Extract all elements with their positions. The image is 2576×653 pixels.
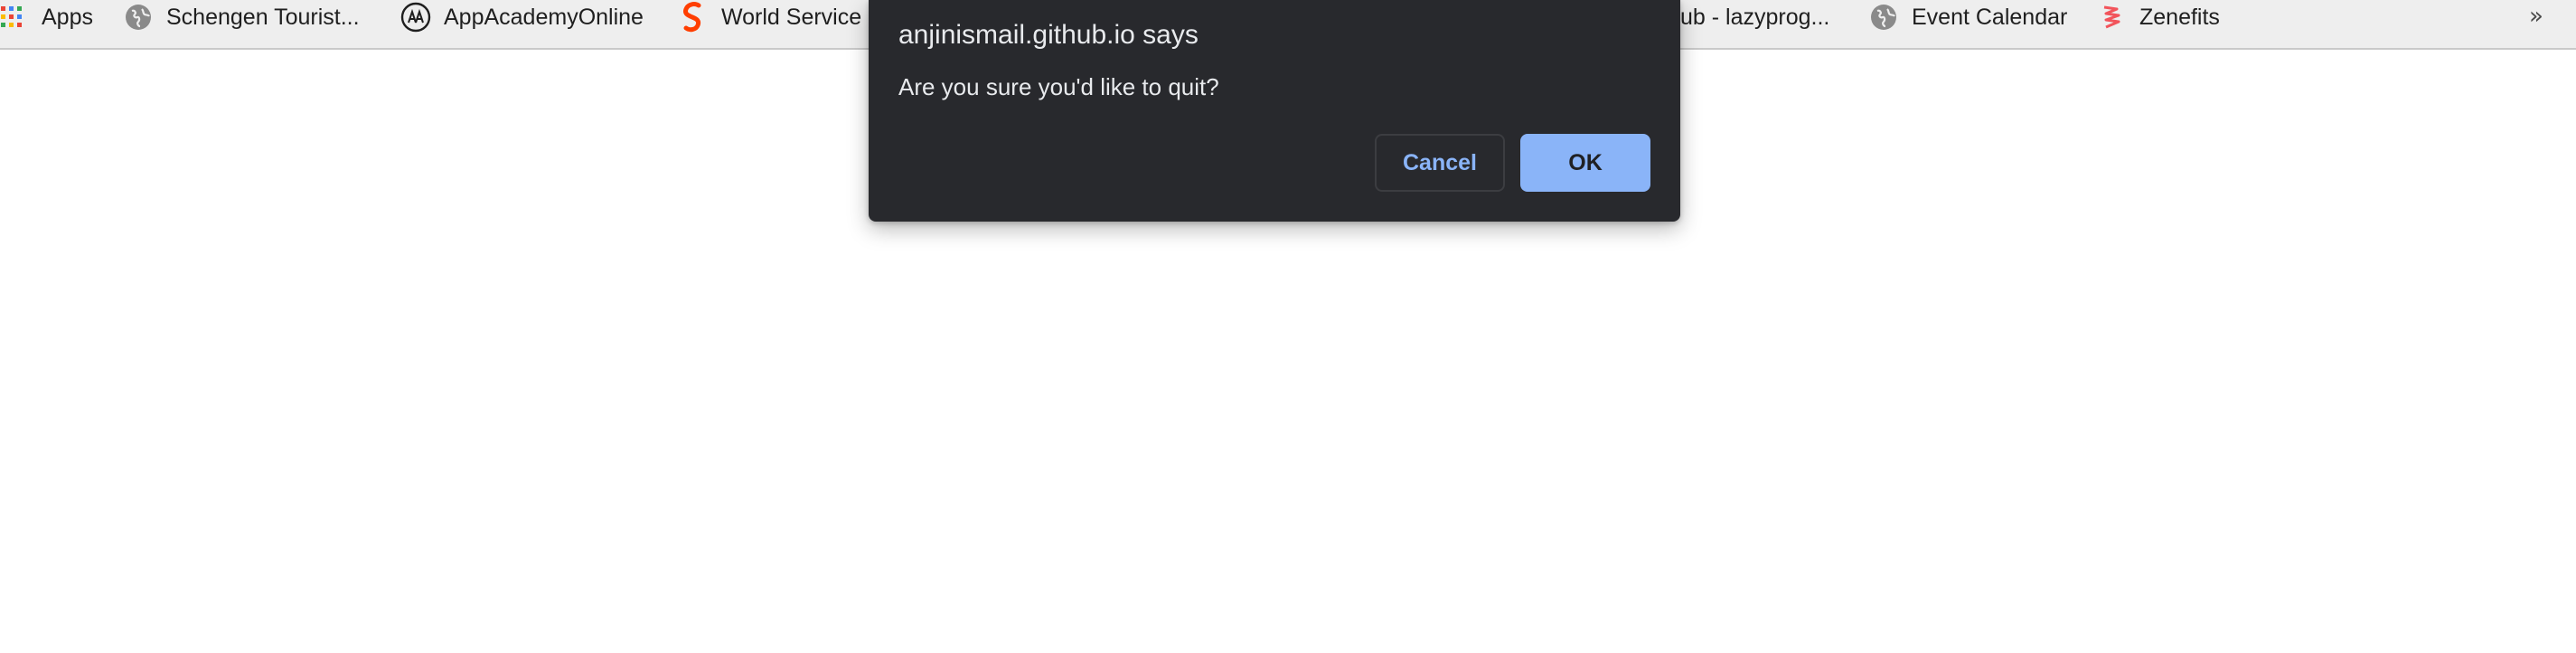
bookmark-apps[interactable]: Apps [0,0,93,34]
app-academy-icon [400,2,431,33]
bookmark-schengen-tourist[interactable]: Schengen Tourist... [123,0,360,34]
bookmark-event-calendar[interactable]: Event Calendar [1868,0,2067,34]
bookmark-lazyprog[interactable]: ub - lazyprog... [1680,0,1829,34]
zenefits-icon [2096,2,2127,33]
svelte-s-icon [678,2,709,33]
bookmark-label: ub - lazyprog... [1680,5,1830,30]
globe-icon [123,2,154,33]
bookmark-label: World Service [721,5,862,30]
bookmark-label: Zenefits [2139,5,2220,30]
apps-grid-icon [0,2,25,33]
alert-dialog: anjinismail.github.io says Are you sure … [869,0,1680,222]
bookmark-appacademyonline[interactable]: AppAcademyOnline [400,0,644,34]
ok-button[interactable]: OK [1520,134,1650,192]
browser-page: Apps Schengen Tourist... AppAcademyOnlin… [0,0,2576,653]
bookmark-label: Apps [42,5,93,30]
dialog-title: anjinismail.github.io says [898,20,1199,50]
bookmark-zenefits[interactable]: Zenefits [2096,0,2220,34]
bookmark-label: AppAcademyOnline [444,5,644,30]
bookmark-world-service[interactable]: World Service [678,0,861,34]
bookmark-label: Event Calendar [1912,5,2068,30]
bookmarks-overflow-chevron-icon[interactable]: » [2522,0,2551,34]
dialog-message: Are you sure you'd like to quit? [898,73,1219,100]
cancel-button[interactable]: Cancel [1375,134,1505,192]
globe-icon [1868,2,1899,33]
bookmark-label: Schengen Tourist... [166,5,360,30]
